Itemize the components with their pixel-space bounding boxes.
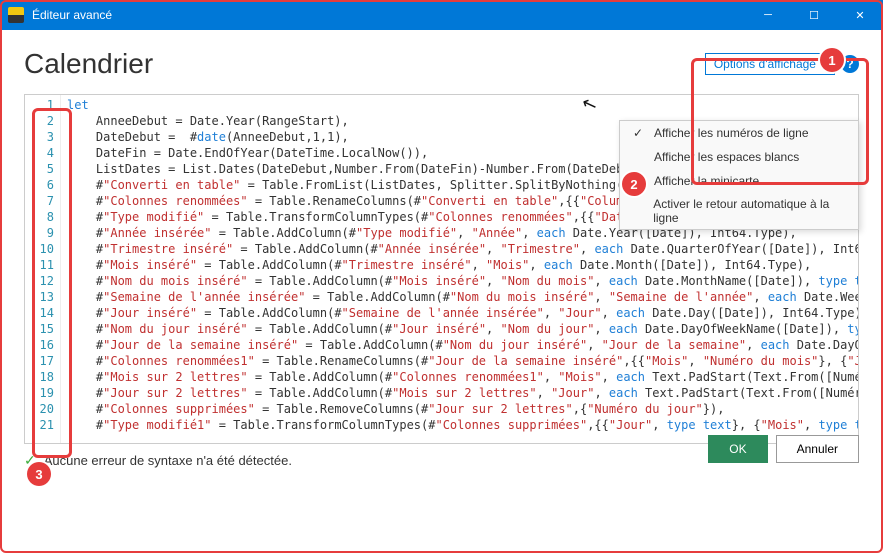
- ok-button[interactable]: OK: [708, 435, 767, 463]
- line-number: 7: [25, 193, 54, 209]
- callout-2: 2: [622, 172, 646, 196]
- line-number: 5: [25, 161, 54, 177]
- callout-3: 3: [27, 462, 51, 486]
- code-line: #"Trimestre inséré" = Table.AddColumn(#"…: [67, 241, 852, 257]
- code-line: #"Jour de la semaine inséré" = Table.Add…: [67, 337, 852, 353]
- code-line: #"Type modifié1" = Table.TransformColumn…: [67, 417, 852, 433]
- line-number: 20: [25, 401, 54, 417]
- line-number: 1: [25, 97, 54, 113]
- line-number: 10: [25, 241, 54, 257]
- display-options-dropdown: ✓ Afficher les numéros de ligne Afficher…: [619, 120, 859, 230]
- code-line: #"Jour inséré" = Table.AddColumn(#"Semai…: [67, 305, 852, 321]
- callout-1: 1: [820, 48, 844, 72]
- dropdown-item-label: Afficher les numéros de ligne: [654, 126, 809, 140]
- window-maximize-button[interactable]: ☐: [791, 0, 837, 30]
- dropdown-item-label: Afficher les espaces blancs: [654, 150, 799, 164]
- line-number: 14: [25, 305, 54, 321]
- code-line: #"Jour sur 2 lettres" = Table.AddColumn(…: [67, 385, 852, 401]
- line-number: 12: [25, 273, 54, 289]
- code-line: #"Nom du jour inséré" = Table.AddColumn(…: [67, 321, 852, 337]
- code-line: #"Mois inséré" = Table.AddColumn(#"Trime…: [67, 257, 852, 273]
- display-options-label: Options d'affichage: [714, 57, 816, 71]
- app-icon: [8, 7, 24, 23]
- page-title: Calendrier: [24, 48, 153, 80]
- line-number: 19: [25, 385, 54, 401]
- line-number: 8: [25, 209, 54, 225]
- code-line: let: [67, 97, 852, 113]
- line-number: 2: [25, 113, 54, 129]
- window-titlebar: Éditeur avancé ─ ☐ ✕: [0, 0, 883, 30]
- line-number: 16: [25, 337, 54, 353]
- window-minimize-button[interactable]: ─: [745, 0, 791, 30]
- line-number: 4: [25, 145, 54, 161]
- line-number: 18: [25, 369, 54, 385]
- status-text: Aucune erreur de syntaxe n'a été détecté…: [44, 453, 292, 468]
- check-icon: ✓: [630, 125, 646, 141]
- code-line: #"Colonnes supprimées" = Table.RemoveCol…: [67, 401, 852, 417]
- code-line: #"Semaine de l'année insérée" = Table.Ad…: [67, 289, 852, 305]
- line-number-gutter: 123456789101112131415161718192021: [25, 95, 61, 443]
- line-number: 3: [25, 129, 54, 145]
- code-line: #"Nom du mois inséré" = Table.AddColumn(…: [67, 273, 852, 289]
- window-close-button[interactable]: ✕: [837, 0, 883, 30]
- dropdown-item-label: Activer le retour automatique à la ligne: [653, 197, 848, 225]
- line-number: 6: [25, 177, 54, 193]
- line-number: 17: [25, 353, 54, 369]
- line-number: 13: [25, 289, 54, 305]
- line-number: 15: [25, 321, 54, 337]
- dropdown-item-wordwrap[interactable]: Activer le retour automatique à la ligne: [620, 193, 858, 229]
- display-options-button[interactable]: Options d'affichage ▾: [705, 53, 835, 75]
- cancel-button[interactable]: Annuler: [776, 435, 859, 463]
- window-title: Éditeur avancé: [32, 8, 112, 22]
- dropdown-item-label: Afficher la minicarte: [654, 174, 759, 188]
- code-line: #"Mois sur 2 lettres" = Table.AddColumn(…: [67, 369, 852, 385]
- line-number: 9: [25, 225, 54, 241]
- line-number: 21: [25, 417, 54, 433]
- dropdown-item-whitespace[interactable]: Afficher les espaces blancs: [620, 145, 858, 169]
- dropdown-item-minimap[interactable]: Afficher la minicarte: [620, 169, 858, 193]
- line-number: 11: [25, 257, 54, 273]
- code-line: #"Colonnes renommées1" = Table.RenameCol…: [67, 353, 852, 369]
- dropdown-item-line-numbers[interactable]: ✓ Afficher les numéros de ligne: [620, 121, 858, 145]
